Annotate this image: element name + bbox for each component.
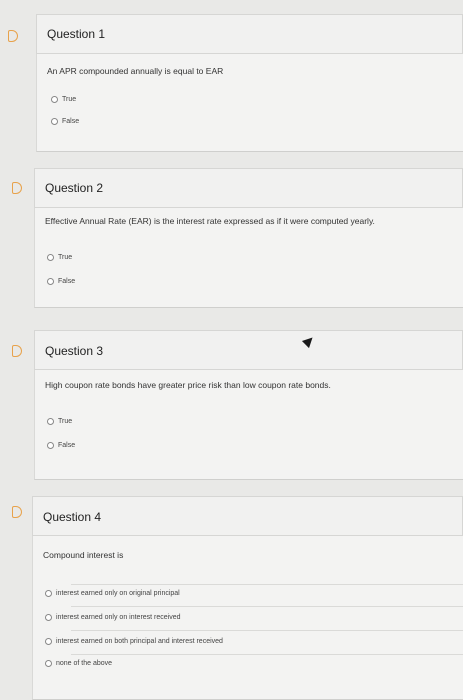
question-title: Question 4: [43, 510, 102, 524]
option-label: False: [62, 118, 80, 125]
option-b[interactable]: interest earned only on interest receive…: [45, 614, 181, 621]
option-divider: [71, 630, 463, 631]
option-label: True: [62, 96, 77, 103]
flag-icon[interactable]: [12, 506, 22, 518]
option-true[interactable]: True: [51, 96, 76, 103]
flag-icon[interactable]: [12, 345, 22, 357]
question-header: Question 4: [32, 496, 463, 536]
option-true[interactable]: True: [47, 418, 72, 425]
question-text: High coupon rate bonds have greater pric…: [45, 380, 331, 390]
question-header: Question 2: [34, 168, 463, 208]
question-text: An APR compounded annually is equal to E…: [47, 66, 224, 76]
radio-button[interactable]: [45, 614, 52, 621]
option-label: False: [58, 278, 76, 285]
radio-button[interactable]: [47, 254, 54, 261]
question-body: High coupon rate bonds have greater pric…: [34, 370, 463, 480]
option-c[interactable]: interest earned on both principal and in…: [45, 638, 223, 645]
flag-icon[interactable]: [12, 182, 22, 194]
option-false[interactable]: False: [47, 442, 75, 449]
question-body: Compound interest is interest earned onl…: [32, 536, 463, 700]
radio-button[interactable]: [51, 96, 58, 103]
radio-button[interactable]: [45, 638, 52, 645]
option-divider: [71, 654, 463, 655]
radio-button[interactable]: [47, 418, 54, 425]
question-title: Question 2: [45, 181, 104, 195]
option-d[interactable]: none of the above: [45, 660, 112, 667]
option-a[interactable]: interest earned only on original princip…: [45, 590, 180, 597]
option-label: interest earned only on interest receive…: [56, 614, 181, 621]
question-body: An APR compounded annually is equal to E…: [36, 54, 463, 152]
question-text: Effective Annual Rate (EAR) is the inter…: [45, 216, 375, 226]
option-label: True: [58, 418, 73, 425]
question-body: Effective Annual Rate (EAR) is the inter…: [34, 208, 463, 308]
radio-button[interactable]: [45, 660, 52, 667]
option-label: False: [58, 442, 76, 449]
radio-button[interactable]: [47, 442, 54, 449]
question-header: Question 1: [36, 14, 463, 54]
radio-button[interactable]: [45, 590, 52, 597]
radio-button[interactable]: [51, 118, 58, 125]
question-header: Question 3: [34, 330, 463, 370]
question-text: Compound interest is: [43, 550, 124, 560]
option-divider: [71, 606, 463, 607]
option-divider: [71, 584, 463, 585]
option-label: none of the above: [56, 660, 113, 667]
option-false[interactable]: False: [51, 118, 79, 125]
option-false[interactable]: False: [47, 278, 75, 285]
option-true[interactable]: True: [47, 254, 72, 261]
flag-icon[interactable]: [8, 30, 18, 42]
option-label: interest earned only on original princip…: [56, 590, 180, 597]
radio-button[interactable]: [47, 278, 54, 285]
question-title: Question 3: [45, 344, 104, 358]
option-label: interest earned on both principal and in…: [56, 638, 223, 645]
option-label: True: [58, 254, 73, 261]
question-title: Question 1: [47, 27, 106, 41]
